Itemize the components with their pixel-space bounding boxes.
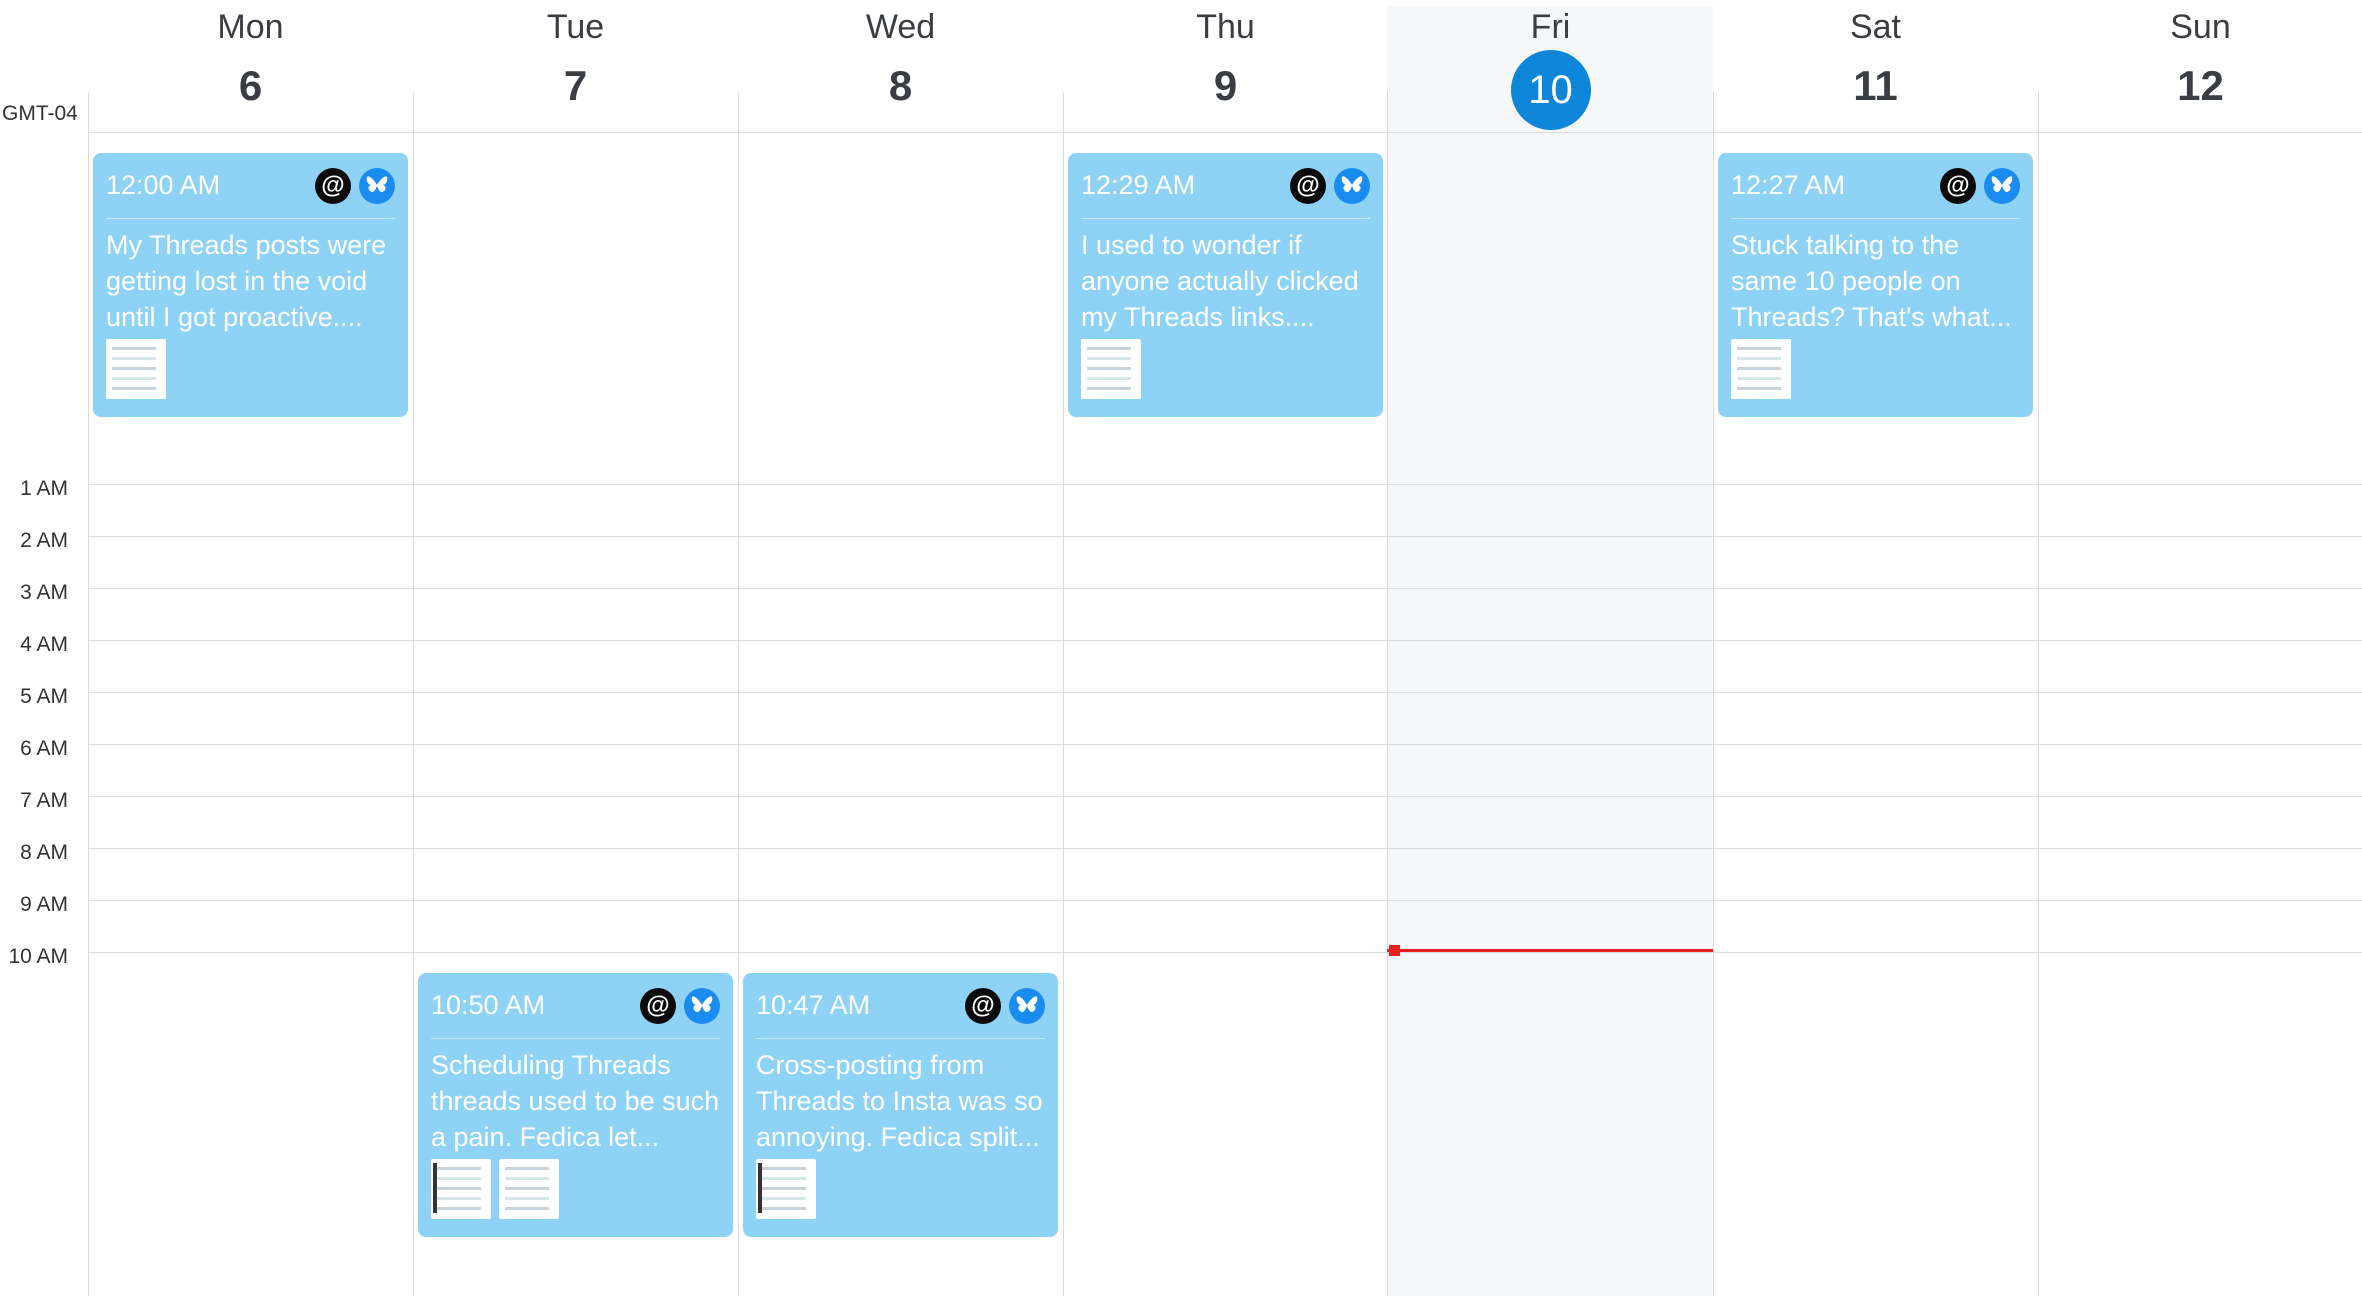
event-card[interactable]: 10:50 AM @ Scheduling Threads threads us… (418, 973, 733, 1237)
image-thumbnail[interactable] (431, 1159, 491, 1219)
event-time: 10:50 AM (431, 990, 546, 1020)
hour-line (88, 536, 2362, 537)
hour-line (88, 796, 2362, 797)
event-text: Scheduling Threads threads used to be su… (431, 1050, 720, 1152)
day-number: 7 (563, 62, 588, 109)
event-header: 12:29 AM @ (1081, 153, 1370, 219)
hour-label: 5 AM (20, 685, 68, 708)
event-card[interactable]: 10:47 AM @ Cross-posting from Threads to… (743, 973, 1058, 1237)
event-header: 12:00 AM @ (106, 153, 395, 219)
day-number: 11 (1853, 62, 1898, 109)
current-time-line (1387, 949, 1713, 952)
week-calendar: Mon 6 Tue 7 Wed 8 Thu 9 Fri 10 Sat 11 Su… (0, 0, 2362, 1296)
column-divider (738, 92, 739, 1296)
image-thumbnail[interactable] (1081, 339, 1141, 399)
event-thumbnails (431, 1159, 720, 1219)
event-time: 10:47 AM (756, 990, 871, 1020)
hour-line (88, 692, 2362, 693)
day-header-sat[interactable]: Sat 11 (1713, 0, 2038, 132)
event-text: Cross-posting from Threads to Insta was … (756, 1050, 1043, 1152)
event-text: I used to wonder if anyone actually clic… (1081, 230, 1359, 332)
header-divider (88, 132, 2362, 133)
event-text: Stuck talking to the same 10 people on T… (1731, 230, 2012, 332)
hour-label: 1 AM (20, 477, 68, 500)
day-header-wed[interactable]: Wed 8 (738, 0, 1063, 132)
hour-line (88, 952, 2362, 953)
image-thumbnail[interactable] (756, 1159, 816, 1219)
hour-label: 10 AM (8, 945, 68, 968)
today-column (1387, 6, 1713, 1296)
day-name: Fri (1530, 8, 1571, 46)
today-badge: 10 (1510, 50, 1591, 130)
event-time: 12:27 AM (1731, 170, 1846, 200)
event-thumbnails (106, 339, 395, 399)
event-time: 12:00 AM (106, 170, 221, 200)
hour-label: 7 AM (20, 789, 68, 812)
day-header-thu[interactable]: Thu 9 (1063, 0, 1388, 132)
hour-line (88, 744, 2362, 745)
hour-line (88, 640, 2362, 641)
day-name: Sun (2170, 8, 2231, 46)
event-header: 10:50 AM @ (431, 973, 720, 1039)
event-thumbnails (1081, 339, 1370, 399)
column-divider (1387, 92, 1388, 1296)
image-thumbnail[interactable] (499, 1159, 559, 1219)
image-thumbnail[interactable] (106, 339, 166, 399)
event-thumbnails (756, 1159, 1045, 1219)
timezone-label: GMT-04 (2, 102, 78, 125)
hour-label: 6 AM (20, 737, 68, 760)
day-name: Thu (1196, 8, 1255, 46)
column-divider (2038, 92, 2039, 1296)
image-thumbnail[interactable] (1731, 339, 1791, 399)
day-number: 6 (238, 62, 263, 109)
day-name: Tue (546, 8, 605, 46)
day-name: Sat (1849, 8, 1902, 46)
column-divider (1063, 92, 1064, 1296)
day-number: 9 (1213, 62, 1238, 109)
column-divider (413, 92, 414, 1296)
hour-line (88, 900, 2362, 901)
event-card[interactable]: 12:27 AM @ Stuck talking to the same 10 … (1718, 153, 2033, 417)
hour-label: 3 AM (20, 581, 68, 604)
event-header: 10:47 AM @ (756, 973, 1045, 1039)
bluesky-icon (1984, 167, 2020, 204)
threads-icon: @ (315, 167, 351, 204)
bluesky-icon (684, 987, 720, 1024)
day-number: 12 (2177, 62, 2224, 109)
hour-label: 2 AM (20, 529, 68, 552)
event-card[interactable]: 12:00 AM @ My Threads posts were getting… (93, 153, 408, 417)
hour-line (88, 484, 2362, 485)
hour-line (88, 848, 2362, 849)
day-header-fri[interactable]: Fri 10 (1388, 0, 1713, 132)
current-time-marker (1389, 945, 1400, 956)
column-divider (88, 92, 89, 1296)
event-card[interactable]: 12:29 AM @ I used to wonder if anyone ac… (1068, 153, 1383, 417)
day-name: Wed (865, 8, 936, 46)
hour-label: 8 AM (20, 841, 68, 864)
column-divider (1713, 92, 1714, 1296)
day-number: 8 (888, 62, 913, 109)
threads-icon: @ (965, 987, 1001, 1024)
day-header-sun[interactable]: Sun 12 (2038, 0, 2362, 132)
event-time: 12:29 AM (1081, 170, 1196, 200)
threads-icon: @ (640, 987, 676, 1024)
bluesky-icon (359, 167, 395, 204)
threads-icon: @ (1290, 167, 1326, 204)
day-header-tue[interactable]: Tue 7 (413, 0, 738, 132)
threads-icon: @ (1940, 167, 1976, 204)
bluesky-icon (1334, 167, 1370, 204)
hour-label: 9 AM (20, 893, 68, 916)
day-name: Mon (217, 8, 284, 46)
event-thumbnails (1731, 339, 2020, 399)
hour-line (88, 588, 2362, 589)
hour-label: 4 AM (20, 633, 68, 656)
event-header: 12:27 AM @ (1731, 153, 2020, 219)
event-text: My Threads posts were getting lost in th… (106, 230, 387, 332)
bluesky-icon (1009, 987, 1045, 1024)
day-header-mon[interactable]: Mon 6 (88, 0, 413, 132)
